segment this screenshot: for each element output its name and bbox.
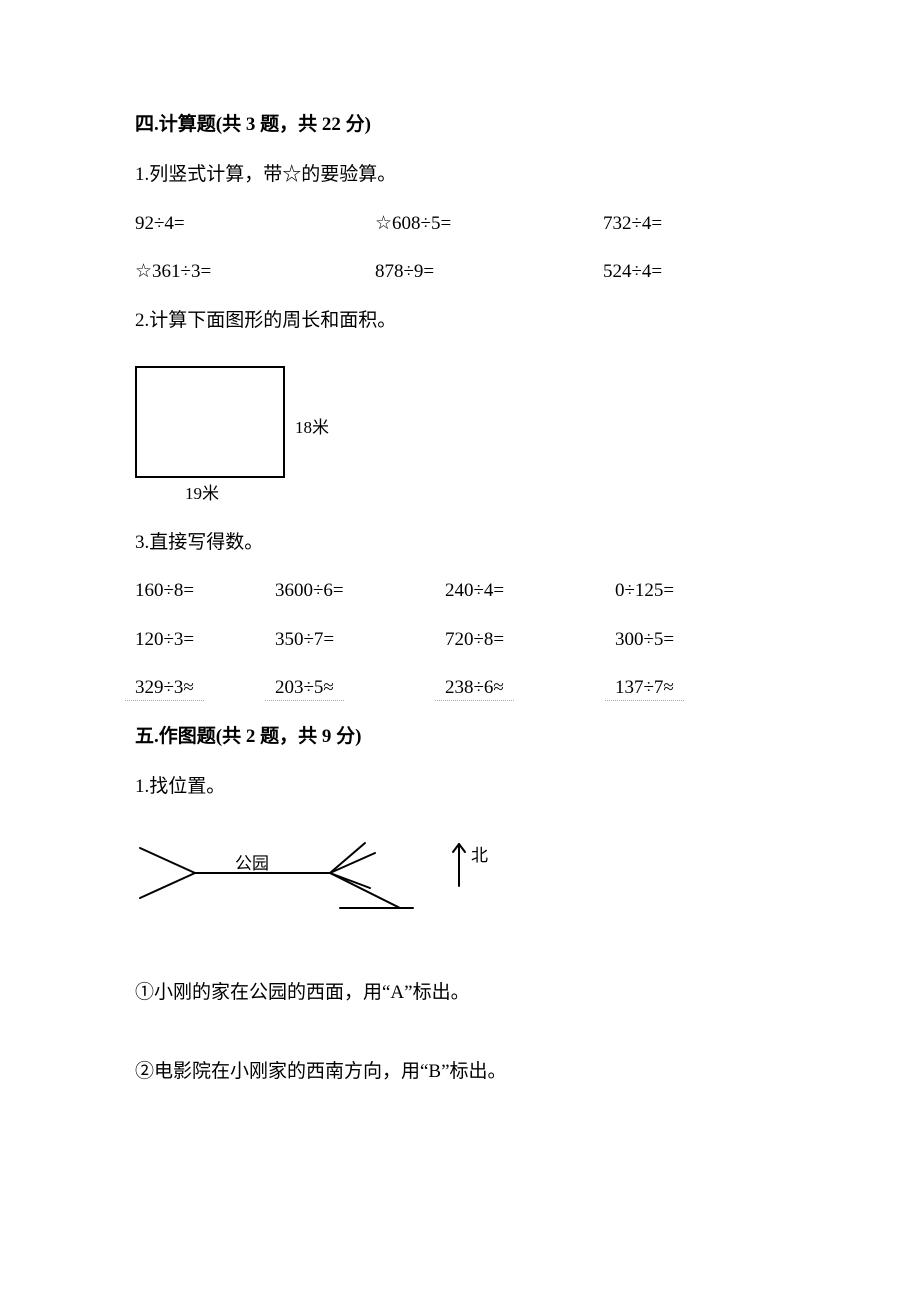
s4-q3-prompt: 3.直接写得数。 bbox=[135, 528, 790, 558]
s4-q3-r2-c3: 720÷8= bbox=[445, 625, 615, 655]
s4-q3-r3-c1: 329÷3≈ bbox=[135, 673, 275, 703]
s4-q3-row3: 329÷3≈ 203÷5≈ 238÷6≈ 137÷7≈ bbox=[135, 673, 790, 703]
s4-q1-r2-c2: 878÷9= bbox=[375, 257, 603, 287]
s5-q1-figure: 公园 北 bbox=[135, 828, 535, 928]
north-label: 北 bbox=[471, 842, 488, 869]
rectangle-figure: 18米 19米 bbox=[135, 366, 335, 478]
rect-label-width: 19米 bbox=[185, 480, 219, 507]
s4-q3-r1-c3: 240÷4= bbox=[445, 576, 615, 606]
park-diagram-icon bbox=[135, 828, 415, 928]
s4-q1-r2-c1: ☆361÷3= bbox=[135, 257, 375, 287]
s5-q1-sub1: ①小刚的家在公园的西面，用“A”标出。 bbox=[135, 978, 790, 1008]
s4-q3-r1-c4: 0÷125= bbox=[615, 576, 765, 606]
s4-q1-r1-c1: 92÷4= bbox=[135, 209, 375, 239]
rectangle-shape bbox=[135, 366, 285, 478]
s4-q3-row1: 160÷8= 3600÷6= 240÷4= 0÷125= bbox=[135, 576, 790, 606]
s4-q1-r1-c2: ☆608÷5= bbox=[375, 209, 603, 239]
park-label: 公园 bbox=[235, 850, 269, 877]
s4-q2-prompt: 2.计算下面图形的周长和面积。 bbox=[135, 306, 790, 336]
s4-q1-r1-c3: 732÷4= bbox=[603, 209, 773, 239]
s4-q3-r1-c1: 160÷8= bbox=[135, 576, 275, 606]
exam-page: 四.计算题(共 3 题，共 22 分) 1.列竖式计算，带☆的要验算。 92÷4… bbox=[0, 0, 920, 1302]
s4-q3-r3-c3: 238÷6≈ bbox=[445, 673, 615, 703]
s4-q1-row2: ☆361÷3= 878÷9= 524÷4= bbox=[135, 257, 790, 287]
section-5-header: 五.作图题(共 2 题，共 9 分) bbox=[135, 722, 790, 752]
s4-q3-r2-c1: 120÷3= bbox=[135, 625, 275, 655]
s4-q3-row2: 120÷3= 350÷7= 720÷8= 300÷5= bbox=[135, 625, 790, 655]
rect-label-height: 18米 bbox=[295, 414, 329, 441]
s4-q1-row1: 92÷4= ☆608÷5= 732÷4= bbox=[135, 209, 790, 239]
s4-q1-r2-c3: 524÷4= bbox=[603, 257, 773, 287]
s4-q3-r2-c4: 300÷5= bbox=[615, 625, 765, 655]
s5-q1-sub2: ②电影院在小刚家的西南方向，用“B”标出。 bbox=[135, 1057, 790, 1087]
s4-q3-r1-c2: 3600÷6= bbox=[275, 576, 445, 606]
s4-q3-r2-c2: 350÷7= bbox=[275, 625, 445, 655]
s4-q1-prompt: 1.列竖式计算，带☆的要验算。 bbox=[135, 160, 790, 190]
s5-q1-prompt: 1.找位置。 bbox=[135, 772, 790, 802]
s4-q3-r3-c4: 137÷7≈ bbox=[615, 673, 765, 703]
section-4-header: 四.计算题(共 3 题，共 22 分) bbox=[135, 110, 790, 140]
s4-q3-r3-c2: 203÷5≈ bbox=[275, 673, 445, 703]
north-arrow-icon bbox=[451, 838, 467, 898]
s4-q2-figure: 18米 19米 bbox=[135, 366, 790, 478]
